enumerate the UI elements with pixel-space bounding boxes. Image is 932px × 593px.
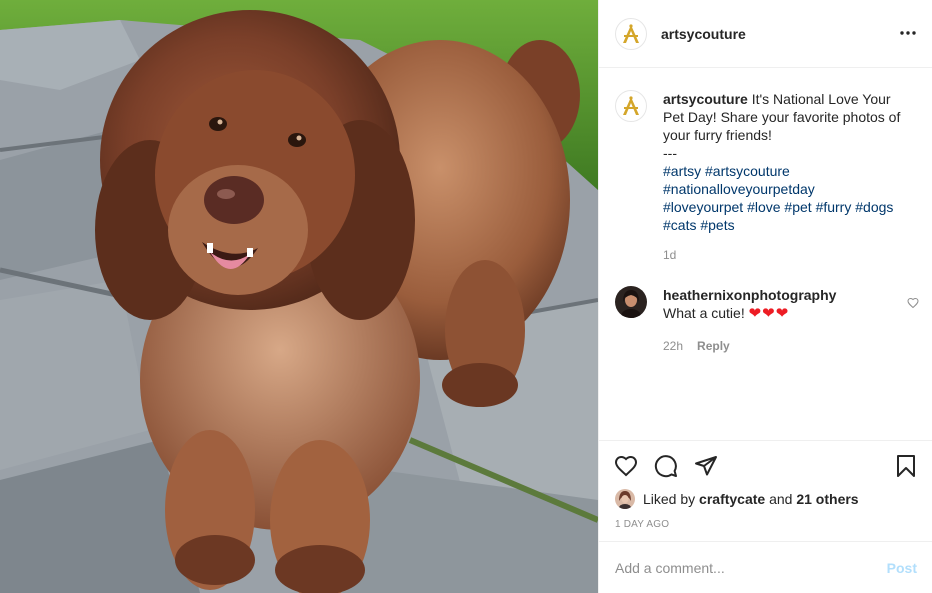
heart-icon [614,455,638,477]
caption-author-avatar[interactable] [615,90,647,122]
hashtag[interactable]: #furry [816,199,852,215]
comment-text: What a cutie! [663,305,745,321]
dog-photo-illustration [0,0,598,593]
author-avatar[interactable] [615,17,647,50]
comment-input[interactable] [615,559,887,576]
hashtag[interactable]: #cats [663,217,696,233]
reply-button[interactable]: Reply [697,337,730,355]
comment-like-button[interactable] [907,296,921,310]
post-photo[interactable] [0,0,598,593]
more-options-button[interactable] [897,22,919,44]
comment-username[interactable]: heathernixonphotography [663,287,836,303]
share-button[interactable] [693,453,719,479]
hashtag[interactable]: #love [747,199,780,215]
bookmark-icon [897,455,915,477]
heart-outline-icon [907,297,919,309]
likes-user[interactable]: craftycate [699,491,765,507]
liker-photo [615,489,635,509]
comment-icon [654,455,677,478]
caption-body: artsycouture It's National Love Your Pet… [663,90,913,264]
likes-connector: and [769,491,793,507]
hashtag[interactable]: #loveyourpet [663,199,743,215]
hashtag-list: #artsy #artsycouture #nationalloveyourpe… [663,162,913,234]
caption-separator: --- [663,145,677,161]
artsycouture-logo-icon [623,96,639,115]
likes-others[interactable]: 21 others [796,491,858,507]
commenter-photo [615,286,647,318]
share-icon [695,456,717,476]
comment-item: heathernixonphotography What a cutie! ❤❤… [615,286,921,355]
hashtag[interactable]: #pet [784,199,811,215]
hashtag[interactable]: #artsy [663,163,701,179]
save-button[interactable] [893,453,919,479]
hashtag[interactable]: #artsycouture [705,163,790,179]
caption-age: 1d [663,248,677,262]
likes-prefix: Liked by [643,491,696,507]
comment-body: heathernixonphotography What a cutie! ❤❤… [663,286,873,355]
comment-meta: 22h Reply [663,337,873,355]
artsycouture-logo-icon [623,23,639,43]
post-header: artsycouture [599,0,932,68]
hashtag[interactable]: #nationalloveyourpetday [663,181,815,197]
hashtag[interactable]: #pets [700,217,734,233]
hashtag[interactable]: #dogs [855,199,893,215]
like-button[interactable] [613,453,639,479]
comment-hearts: ❤❤❤ [748,305,790,322]
author-username[interactable]: artsycouture [661,26,746,42]
commenter-avatar[interactable] [615,286,647,318]
liker-avatar[interactable] [615,489,635,509]
post-comment-button[interactable]: Post [887,560,917,576]
post-actions-area: Liked by craftycate and 21 others 1 DAY … [599,440,932,541]
more-horizontal-icon [900,31,916,35]
instagram-post: artsycouture artsycouture It's National … [0,0,932,593]
caption-username[interactable]: artsycouture [663,91,748,107]
likes-summary: Liked by craftycate and 21 others [615,489,859,509]
post-date: 1 DAY AGO [615,519,670,530]
comment-button[interactable] [653,453,679,479]
post-details-pane: artsycouture artsycouture It's National … [598,0,932,593]
post-caption: artsycouture It's National Love Your Pet… [615,90,921,264]
add-comment-bar: Post [599,541,932,593]
comment-age: 22h [663,339,684,353]
